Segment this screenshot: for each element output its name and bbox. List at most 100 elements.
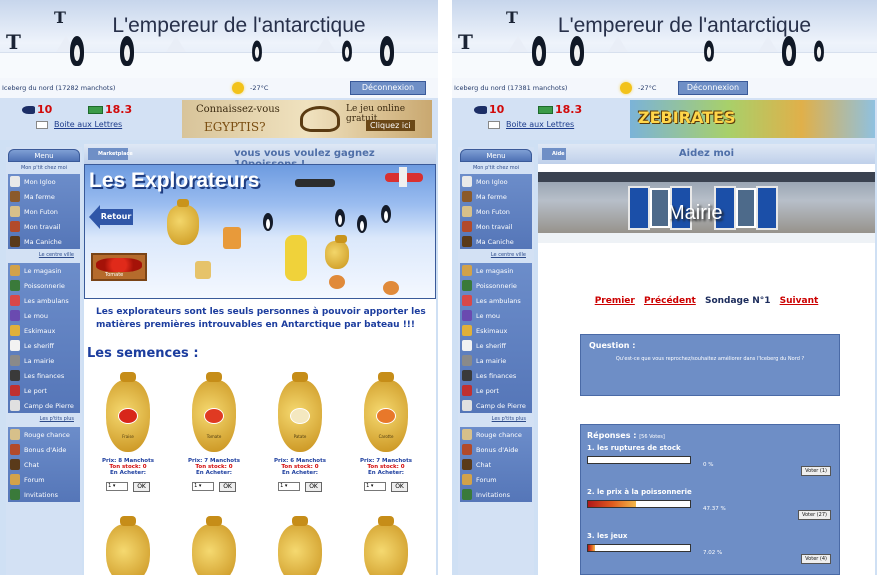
buy-ok-button[interactable]: OK [133,481,150,492]
menu-item[interactable]: Invitations [8,487,80,502]
menu-item-label: Invitations [24,490,59,499]
vote-button[interactable]: Voter (27) [797,510,831,520]
menu-item-label: Rouge chance [24,430,70,439]
menu-item[interactable]: Le magasin [8,263,80,278]
menu-item[interactable]: Eskimaux [8,323,80,338]
menu-item[interactable]: Forum [8,472,80,487]
menu-item[interactable]: Le sheriff [8,338,80,353]
info-bar: Iceberg du nord (17381 manchots) -27°C D… [452,78,877,98]
menu-item-icon [462,206,472,217]
section-link[interactable]: Le centre ville [458,249,534,263]
buy-ok-button[interactable]: OK [305,481,322,492]
temperature: -27°C [638,84,657,92]
menu-item-icon [462,310,472,321]
explorers-hero: Les Explorateurs Retour Tomate [84,164,436,299]
menu-item[interactable]: Mon travail [460,219,532,234]
menu-item[interactable]: Ma Caniche [8,234,80,249]
menu-item[interactable]: Rouge chance [460,427,532,442]
stats-bar: 10 18.3 Boite aux Lettres ZEBIRATES [452,98,877,140]
buy-ok-button[interactable]: OK [219,481,236,492]
ad-button[interactable]: Cliquez ici [366,120,415,131]
ad-banner[interactable]: Connaissez-vous EGYPTIS? Le jeu online g… [182,100,432,138]
menu-subtitle: Mon p'tit chez moi [20,165,68,171]
menu-item[interactable]: Le sheriff [460,338,532,353]
menu-item-icon [462,191,472,202]
menu-item-label: Camp de Pierre [476,401,526,410]
ad-text: EGYPTIS? [204,120,266,134]
menu-item[interactable]: Poissonnerie [8,278,80,293]
previous-link[interactable]: Précédent [644,296,696,306]
section-link[interactable]: Les p'tits plus [458,413,534,427]
menu-item[interactable]: Les finances [460,368,532,383]
menu-item[interactable]: Invitations [460,487,532,502]
menu-item[interactable]: Le port [460,383,532,398]
menu-item[interactable]: Le mou [8,308,80,323]
main-content: Marketplace vous vous voulez gagnez 10po… [84,144,436,575]
menu-item[interactable]: Les finances [8,368,80,383]
quantity-select[interactable]: 1 ▾ [278,482,301,491]
menu-item-label: Le mou [24,311,49,320]
vote-button[interactable]: Voter (1) [801,466,831,476]
menu-item[interactable]: Mon travail [8,219,80,234]
menu-item[interactable]: Mon Futon [460,204,532,219]
seed-sack-icon [167,199,199,245]
logout-button[interactable]: Déconnexion [350,81,426,95]
back-button[interactable]: Retour [89,205,133,229]
next-link[interactable]: Suivant [780,296,819,306]
seed-product: Tomate Prix: 7 Manchots Ton stock: 0 En Ach… [174,372,254,495]
menu-item-icon [10,265,20,276]
menu-item[interactable]: Camp de Pierre [8,398,80,413]
menu-item[interactable]: Forum [460,472,532,487]
menu-item[interactable]: Camp de Pierre [460,398,532,413]
ad-text: ZEBIRATES [638,108,736,127]
tab-marketplace[interactable]: Marketplace [88,148,133,160]
mailbox-link[interactable]: Boite aux Lettres [54,120,122,129]
menu-item-label: Le sheriff [24,341,55,350]
menu-item[interactable]: Mon Igloo [8,174,80,189]
menu-item[interactable]: Mon Igloo [460,174,532,189]
quantity-select[interactable]: 1 ▾ [106,482,129,491]
menu-item[interactable]: Eskimaux [460,323,532,338]
menu-item-icon [10,206,20,217]
vote-button[interactable]: Voter (4) [801,554,831,564]
section-link[interactable]: Le centre ville [6,249,82,263]
menu-item-icon [462,370,472,381]
ad-banner[interactable]: ZEBIRATES [630,100,875,138]
menu-item[interactable]: Rouge chance [8,427,80,442]
buy-ok-button[interactable]: OK [391,481,408,492]
menu-item[interactable]: Les ambulans [8,293,80,308]
menu-item[interactable]: Ma ferme [460,189,532,204]
menu-item[interactable]: Le mou [460,308,532,323]
first-link[interactable]: Premier [595,296,635,306]
seed-sack-icon: Fraise [106,372,150,452]
menu-item[interactable]: Le port [8,383,80,398]
quantity-select[interactable]: 1 ▾ [364,482,387,491]
quantity-select[interactable]: 1 ▾ [192,482,215,491]
menu-item-icon [10,310,20,321]
section-link[interactable]: Les p'tits plus [6,413,82,427]
menu-header: Menu [460,149,532,162]
answer-text: 3. les jeux [587,532,628,540]
menu-item-label: La mairie [476,356,507,365]
menu-item-icon [10,444,20,455]
menu-item[interactable]: Chat [460,457,532,472]
quantity-value: 1 [366,483,370,489]
menu-item[interactable]: Mon Futon [8,204,80,219]
menu-item[interactable]: Poissonnerie [460,278,532,293]
menu-item[interactable]: Bonus d'Aide [8,442,80,457]
menu-item[interactable]: La mairie [8,353,80,368]
menu-item[interactable]: La mairie [460,353,532,368]
menu-item-icon [10,191,20,202]
menu-item[interactable]: Chat [8,457,80,472]
menu-item[interactable]: Ma ferme [8,189,80,204]
eye-of-horus-icon [300,106,340,132]
menu-item[interactable]: Bonus d'Aide [460,442,532,457]
seed-sack-icon: Carotte [364,372,408,452]
menu-item[interactable]: Les ambulans [460,293,532,308]
menu-item[interactable]: Ma Caniche [460,234,532,249]
menu-item[interactable]: Le magasin [460,263,532,278]
menu-item-label: Ma ferme [24,192,55,201]
poll-answer: 1. les ruptures de stock 0 % Voter (1) [587,444,833,484]
logout-button[interactable]: Déconnexion [678,81,748,95]
mailbox-link[interactable]: Boite aux Lettres [506,120,574,129]
